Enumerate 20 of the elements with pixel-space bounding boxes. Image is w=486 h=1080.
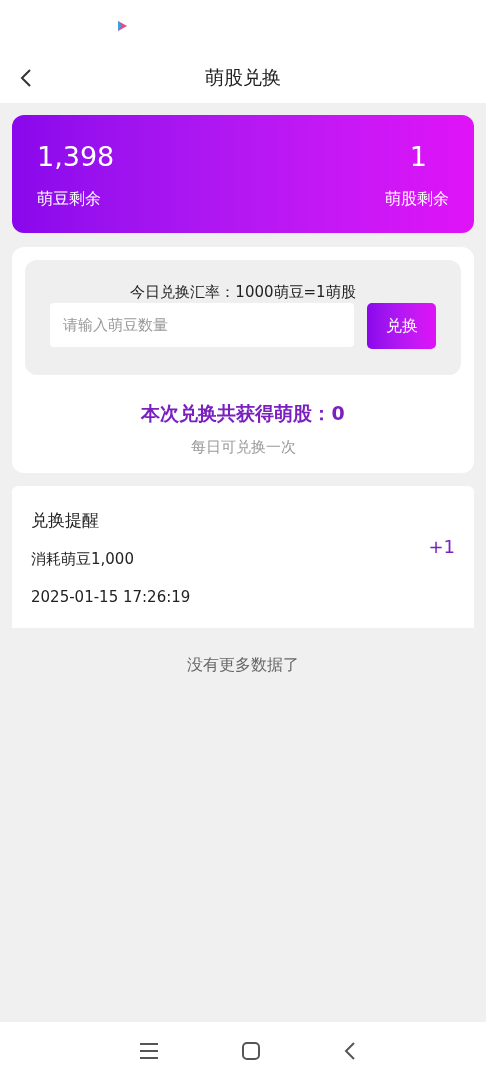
back-icon[interactable]: [343, 1041, 357, 1061]
exchange-rate: 今日兑换汇率：1000萌豆=1萌股: [130, 282, 356, 302]
exchange-result: 本次兑换共获得萌股：0: [141, 401, 345, 426]
play-icon: [116, 20, 128, 32]
page-title: 萌股兑换: [205, 65, 281, 91]
bean-amount-field[interactable]: 请输入萌豆数量: [50, 303, 354, 347]
share-balance: 1: [409, 140, 427, 174]
exchange-button[interactable]: 兑换: [367, 303, 436, 349]
record-title: 兑换提醒: [31, 509, 99, 532]
no-more-data: 没有更多数据了: [186, 654, 300, 676]
bean-label: 萌豆剩余: [37, 188, 101, 210]
menu-icon[interactable]: [139, 1042, 159, 1060]
home-icon[interactable]: [241, 1041, 261, 1061]
record-time: 2025-01-15 17:26:19: [31, 587, 191, 608]
exchange-note: 每日可兑换一次: [190, 436, 296, 458]
record-amount: +1: [428, 535, 455, 559]
bean-balance: 1,398: [37, 140, 115, 174]
back-icon[interactable]: [19, 67, 33, 88]
record-detail: 消耗萌豆1,000: [31, 548, 134, 570]
share-label: 萌股剩余: [385, 188, 449, 210]
